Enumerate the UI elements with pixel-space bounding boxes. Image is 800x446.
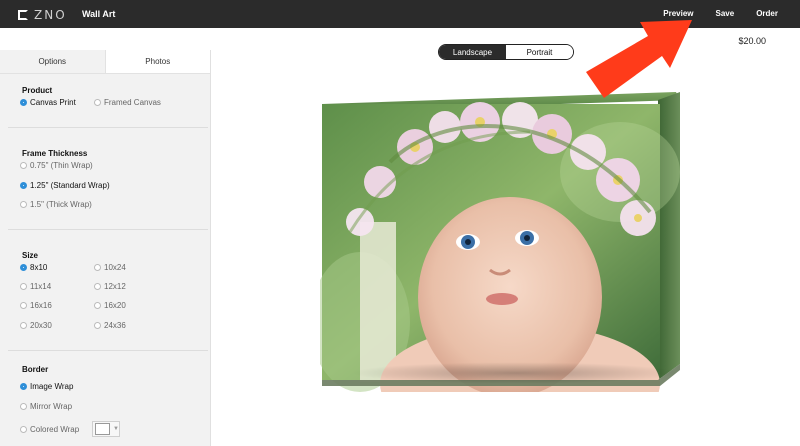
radio-empty-icon [94, 322, 101, 329]
option-label: 16x16 [30, 301, 52, 310]
option-label: Image Wrap [30, 382, 74, 391]
radio-empty-icon [20, 426, 27, 433]
sidebar-tabs: Options Photos [0, 50, 210, 74]
option-label: 24x36 [104, 321, 126, 330]
radio-empty-icon [94, 302, 101, 309]
canvas-shadow [350, 362, 680, 384]
option-label: Canvas Print [30, 98, 76, 107]
border-option-colored-wrap[interactable]: Colored Wrap [20, 425, 79, 434]
radio-empty-icon [20, 162, 27, 169]
thickness-option-thick[interactable]: 1.5" (Thick Wrap) [20, 200, 92, 209]
section-divider [8, 229, 208, 230]
radio-empty-icon [20, 201, 27, 208]
option-label: 11x14 [30, 282, 52, 291]
tab-photos[interactable]: Photos [104, 50, 210, 73]
size-option-11x14[interactable]: 11x14 [20, 282, 51, 291]
option-label: 20x30 [30, 321, 52, 330]
border-option-image-wrap[interactable]: Image Wrap [20, 382, 73, 391]
border-option-mirror-wrap[interactable]: Mirror Wrap [20, 402, 72, 411]
product-heading: Product [22, 86, 53, 95]
orientation-toggle: Landscape Portrait [438, 44, 574, 60]
radio-empty-icon [20, 322, 27, 329]
option-label: 1.25" (Standard Wrap) [30, 181, 110, 190]
frame-thickness-heading: Frame Thickness [22, 149, 88, 158]
size-option-10x24[interactable]: 10x24 [94, 263, 126, 272]
border-heading: Border [22, 365, 49, 374]
option-label: Colored Wrap [30, 425, 80, 434]
radio-empty-icon [94, 283, 101, 290]
annotation-arrow-icon [586, 20, 692, 98]
page-title: Wall Art [82, 9, 116, 19]
radio-selected-icon [20, 182, 27, 189]
portrait-button[interactable]: Portrait [506, 45, 573, 59]
logo-text: ZNO [34, 8, 67, 22]
option-label: 0.75" (Thin Wrap) [30, 161, 93, 170]
radio-empty-icon [20, 302, 27, 309]
option-label: 16x20 [104, 301, 126, 310]
size-option-24x36[interactable]: 24x36 [94, 321, 126, 330]
radio-empty-icon [94, 264, 101, 271]
size-option-16x20[interactable]: 16x20 [94, 301, 126, 310]
section-divider [8, 350, 208, 351]
price-label: $20.00 [738, 36, 766, 46]
size-option-8x10[interactable]: 8x10 [20, 263, 47, 272]
option-label: Framed Canvas [104, 98, 161, 107]
chevron-down-icon: ▼ [113, 426, 119, 432]
logo-mark-icon [18, 10, 28, 20]
wrap-color-picker[interactable]: ▼ [92, 421, 120, 437]
option-label: Mirror Wrap [30, 402, 73, 411]
radio-empty-icon [20, 403, 27, 410]
save-button[interactable]: Save [716, 9, 735, 18]
radio-selected-icon [20, 99, 27, 106]
size-option-20x30[interactable]: 20x30 [20, 321, 52, 330]
product-option-framed-canvas[interactable]: Framed Canvas [94, 98, 161, 107]
size-heading: Size [22, 251, 39, 260]
canvas-photo-image [310, 92, 680, 444]
size-option-12x12[interactable]: 12x12 [94, 282, 126, 291]
size-option-16x16[interactable]: 16x16 [20, 301, 52, 310]
product-option-canvas-print[interactable]: Canvas Print [20, 98, 76, 107]
canvas-preview[interactable] [310, 92, 700, 444]
color-swatch [95, 423, 110, 435]
thickness-option-thin[interactable]: 0.75" (Thin Wrap) [20, 161, 93, 170]
option-label: 10x24 [104, 263, 126, 272]
radio-empty-icon [20, 283, 27, 290]
radio-selected-icon [20, 264, 27, 271]
zno-logo[interactable]: ZNO [18, 8, 67, 22]
thickness-option-standard[interactable]: 1.25" (Standard Wrap) [20, 181, 110, 190]
tab-options[interactable]: Options [0, 50, 105, 73]
radio-selected-icon [20, 383, 27, 390]
option-label: 12x12 [104, 282, 126, 291]
option-label: 1.5" (Thick Wrap) [30, 200, 92, 209]
order-button[interactable]: Order [756, 9, 778, 18]
radio-empty-icon [94, 99, 101, 106]
landscape-button[interactable]: Landscape [439, 45, 506, 59]
section-divider [8, 127, 208, 128]
option-label: 8x10 [30, 263, 48, 272]
